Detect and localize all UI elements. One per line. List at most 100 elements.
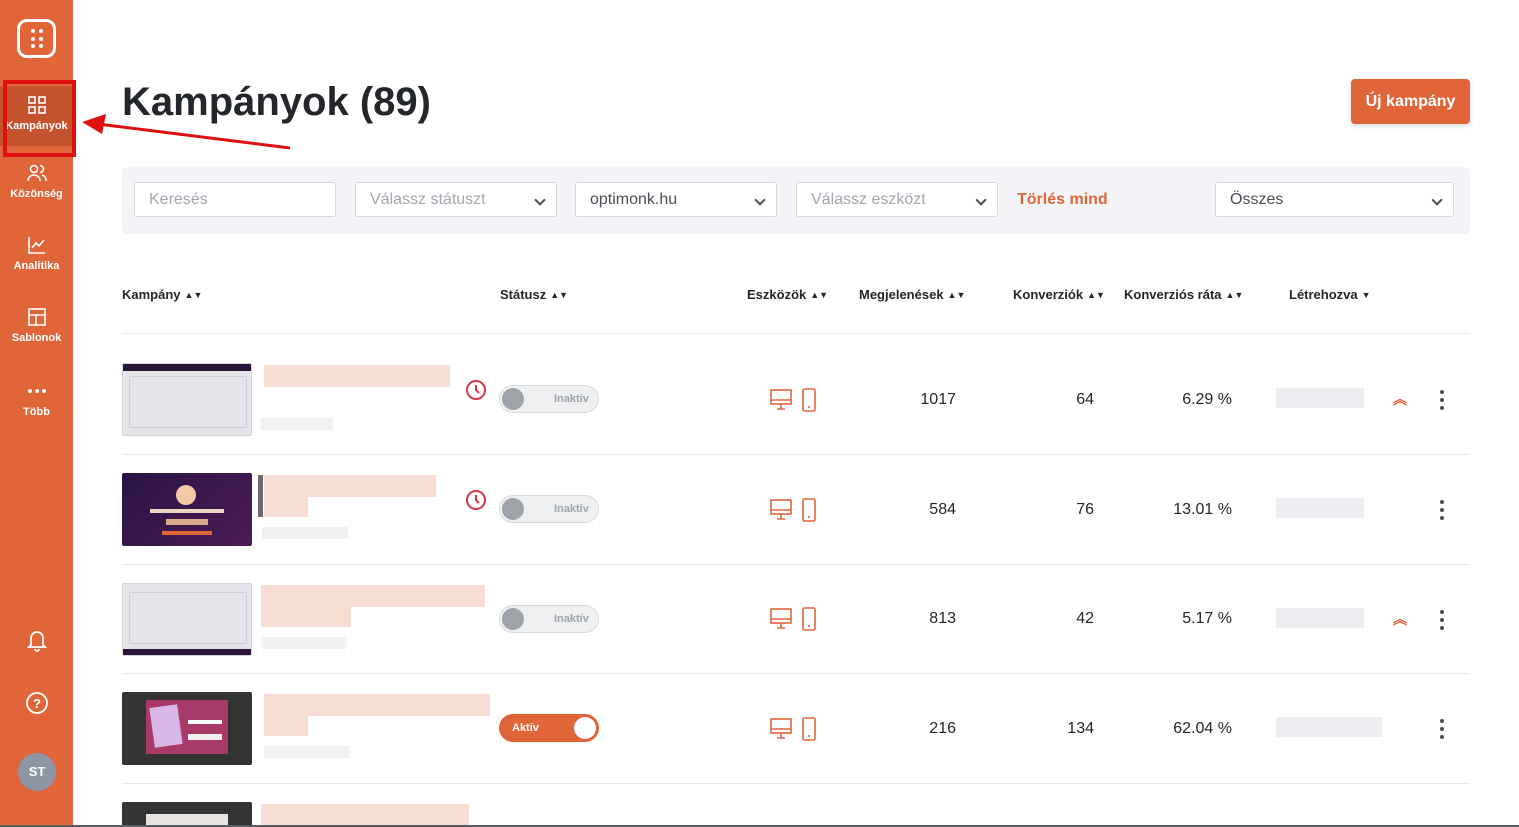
clear-all-link[interactable]: Törlés mind <box>1017 191 1108 209</box>
sidebar-item-label: Sablonok <box>11 332 62 344</box>
chevron-down-icon <box>975 194 987 206</box>
sidebar-item-more[interactable]: Több <box>0 380 73 440</box>
color-marker <box>258 475 263 517</box>
column-header-label: Eszközök <box>747 287 807 302</box>
domain-select[interactable]: optimonk.hu <box>575 182 777 217</box>
divider <box>122 673 1470 674</box>
sidebar-item-audience[interactable]: Közönség <box>0 162 73 222</box>
priority-up-icon: ︽ <box>1393 391 1407 407</box>
device-icons <box>770 388 816 412</box>
more-dots-icon <box>27 389 46 393</box>
conversion-rate-value: 13.01 % <box>1173 501 1232 518</box>
device-icons <box>770 498 816 522</box>
schedule-clock-icon[interactable] <box>465 489 487 511</box>
help-button[interactable]: ? <box>0 691 73 720</box>
status-label: Inaktív <box>554 393 589 405</box>
schedule-clock-icon[interactable] <box>465 379 487 401</box>
help-icon: ? <box>25 692 48 714</box>
impressions-value: 216 <box>929 720 956 737</box>
sidebar-item-analytics[interactable]: Analitika <box>0 234 73 294</box>
conversions-value: 76 <box>1076 501 1094 518</box>
column-header-label: Létrehozva <box>1289 287 1358 302</box>
annotation-highlight <box>3 80 76 157</box>
device-select[interactable]: Válassz eszközt <box>796 182 998 217</box>
domain-select-value: optimonk.hu <box>590 191 678 208</box>
campaign-name-redacted <box>264 475 436 497</box>
status-toggle[interactable]: Inaktív <box>499 385 599 413</box>
layout-icon <box>27 308 46 326</box>
campaign-thumbnail[interactable] <box>122 583 252 656</box>
new-campaign-button[interactable]: Új kampány <box>1351 79 1470 124</box>
priority-up-icon: ︽ <box>1393 611 1407 627</box>
notifications-button[interactable] <box>0 628 73 657</box>
sidebar-item-label: Analitika <box>13 260 60 272</box>
column-header-devices[interactable]: Eszközök ▲▼ <box>747 287 828 302</box>
sort-icon: ▲▼ <box>550 290 569 300</box>
row-menu-button[interactable] <box>1438 719 1446 743</box>
avatar[interactable]: ST <box>18 753 56 791</box>
sort-icon: ▲▼ <box>1225 290 1244 300</box>
sidebar-item-templates[interactable]: Sablonok <box>0 306 73 366</box>
conversion-rate-value: 62.04 % <box>1173 720 1232 737</box>
conversions-value: 64 <box>1076 391 1094 408</box>
column-header-conversions[interactable]: Konverziók ▲▼ <box>1013 287 1105 302</box>
row-menu-button[interactable] <box>1438 500 1446 524</box>
campaign-name-redacted <box>264 694 490 716</box>
column-header-label: Kampány <box>122 287 181 302</box>
status-toggle[interactable]: Aktív <box>499 714 599 742</box>
bell-icon <box>26 631 47 652</box>
status-select-placeholder: Válassz státuszt <box>370 191 486 208</box>
impressions-value: 1017 <box>920 391 956 408</box>
device-icons <box>770 717 816 741</box>
divider <box>122 333 1470 334</box>
created-date-redacted <box>1276 498 1364 518</box>
sidebar-item-label: Közönség <box>10 188 63 200</box>
conversions-value: 134 <box>1067 720 1094 737</box>
column-header-status[interactable]: Státusz ▲▼ <box>500 287 568 302</box>
filter-bar: Keresés Válassz státuszt optimonk.hu Vál… <box>122 167 1470 234</box>
divider <box>122 454 1470 455</box>
users-icon <box>26 164 47 182</box>
sort-icon: ▲▼ <box>184 290 203 300</box>
impressions-value: 813 <box>929 610 956 627</box>
divider <box>122 783 1470 784</box>
campaign-thumbnail[interactable] <box>122 692 252 765</box>
sort-icon: ▲▼ <box>1087 290 1105 300</box>
column-header-conversion-rate[interactable]: Konverziós ráta ▲▼ <box>1124 287 1243 302</box>
column-header-created[interactable]: Létrehozva ▼ <box>1289 287 1371 302</box>
campaign-domain-redacted <box>261 418 333 430</box>
column-header-label: Konverziók <box>1013 287 1084 302</box>
created-date-redacted <box>1276 717 1382 737</box>
status-select[interactable]: Válassz státuszt <box>355 182 557 217</box>
chevron-down-icon <box>754 194 766 206</box>
column-header-campaign[interactable]: Kampány ▲▼ <box>122 287 202 302</box>
status-toggle[interactable]: Inaktív <box>499 495 599 523</box>
divider <box>122 564 1470 565</box>
column-header-label: Státusz <box>500 287 547 302</box>
column-header-impressions[interactable]: Megjelenések ▲▼ <box>859 287 965 302</box>
sort-desc-icon: ▼ <box>1361 290 1371 300</box>
conversion-rate-value: 6.29 % <box>1182 391 1232 408</box>
conversion-rate-value: 5.17 % <box>1182 610 1232 627</box>
conversions-value: 42 <box>1076 610 1094 627</box>
chart-icon <box>27 237 45 254</box>
scope-select[interactable]: Összes <box>1215 182 1454 217</box>
status-toggle[interactable]: Inaktív <box>499 605 599 633</box>
campaign-name-redacted <box>264 365 450 387</box>
status-label: Inaktív <box>554 503 589 515</box>
device-icons <box>770 607 816 631</box>
app-logo[interactable] <box>17 19 56 58</box>
campaign-domain-redacted <box>261 637 347 649</box>
column-header-label: Megjelenések <box>859 287 944 302</box>
campaign-thumbnail[interactable] <box>122 802 252 827</box>
chevron-down-icon <box>534 194 546 206</box>
campaign-thumbnail[interactable] <box>122 363 252 436</box>
search-input[interactable]: Keresés <box>134 182 336 217</box>
row-menu-button[interactable] <box>1438 610 1446 634</box>
sort-icon: ▲▼ <box>810 290 829 300</box>
campaign-thumbnail[interactable] <box>122 473 252 546</box>
campaign-name-redacted <box>264 716 308 736</box>
page-title: Kampányok (89) <box>122 80 431 124</box>
row-menu-button[interactable] <box>1438 390 1446 414</box>
campaign-domain-redacted <box>262 527 348 539</box>
